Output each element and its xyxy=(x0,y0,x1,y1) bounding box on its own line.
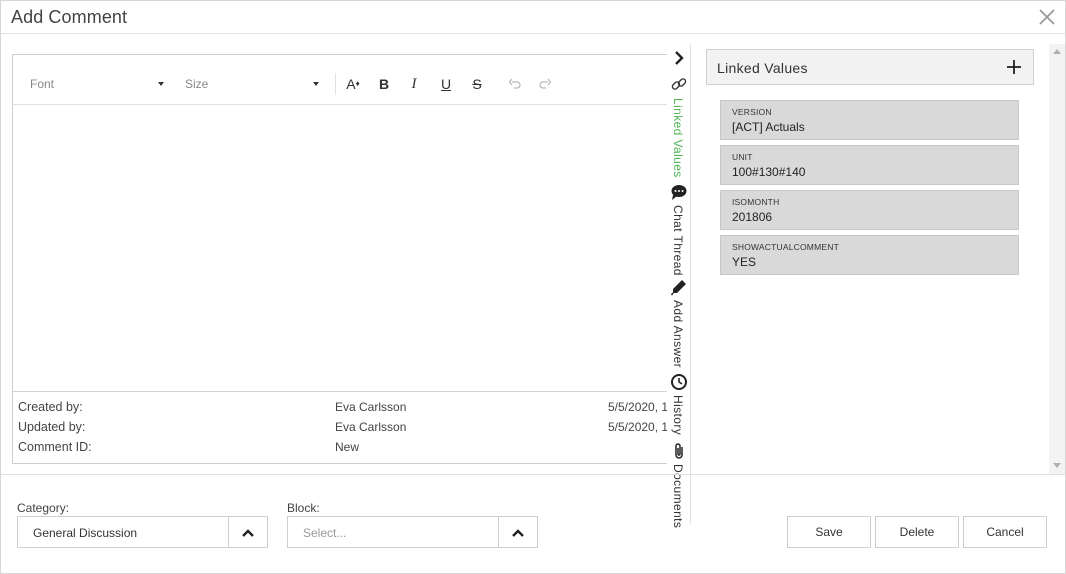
redo-button[interactable] xyxy=(536,74,554,94)
tab-add-answer[interactable]: Add Answer xyxy=(667,278,691,368)
tab-history-label: History xyxy=(671,395,685,436)
chevron-right-icon xyxy=(675,51,684,65)
bold-button[interactable]: B xyxy=(375,74,393,94)
linked-value-value: [ACT] Actuals xyxy=(732,120,805,134)
linked-value-card[interactable]: ISOMONTH 201806 xyxy=(720,190,1019,230)
linked-value-key: SHOWACTUALCOMMENT xyxy=(732,242,839,252)
paperclip-icon xyxy=(675,443,683,459)
tab-linked-values-label: Linked Values xyxy=(671,98,685,178)
tab-add-answer-label: Add Answer xyxy=(671,300,685,369)
linked-value-card[interactable]: SHOWACTUALCOMMENT YES xyxy=(720,235,1019,275)
undo-button[interactable] xyxy=(506,74,524,94)
block-label: Block: xyxy=(287,501,320,515)
editor-text-area[interactable] xyxy=(13,106,668,392)
comment-editor: Font Size A♦ B I U S Created by: Eva Car… xyxy=(12,54,669,464)
linked-value-key: ISOMONTH xyxy=(732,197,780,207)
add-comment-dialog: Add Comment Font Size A♦ B I U S Created… xyxy=(0,0,1066,574)
font-select[interactable]: Font xyxy=(30,77,54,91)
category-toggle-button[interactable] xyxy=(228,517,267,547)
italic-button[interactable]: I xyxy=(405,74,423,94)
save-button[interactable]: Save xyxy=(787,516,871,548)
linked-values-header: Linked Values xyxy=(706,49,1034,85)
size-caret-icon[interactable] xyxy=(313,82,319,86)
close-icon xyxy=(1039,9,1055,25)
font-color-button[interactable]: A♦ xyxy=(344,74,362,94)
linked-value-value: 100#130#140 xyxy=(732,165,806,179)
linked-value-card[interactable]: VERSION [ACT] Actuals xyxy=(720,100,1019,140)
linked-values-panel: Linked Values VERSION [ACT] Actuals UNIT… xyxy=(692,44,1049,474)
strikethrough-button[interactable]: S xyxy=(468,74,486,94)
created-row: Created by: Eva Carlsson 5/5/2020, 1( xyxy=(13,398,668,416)
pencil-icon xyxy=(670,280,686,296)
scroll-down-icon[interactable] xyxy=(1053,463,1061,468)
linked-values-title: Linked Values xyxy=(717,60,808,76)
tab-documents[interactable]: Documents xyxy=(667,442,691,528)
side-tab-rail: Linked Values Chat Thread Add Answer His… xyxy=(667,44,691,528)
block-select[interactable]: Select... xyxy=(287,516,538,548)
undo-icon xyxy=(508,78,521,89)
editor-toolbar: Font Size A♦ B I U S xyxy=(13,55,668,105)
link-icon xyxy=(671,78,687,90)
updated-value: Eva Carlsson xyxy=(335,420,407,434)
close-button[interactable] xyxy=(1037,7,1057,27)
chevron-up-icon xyxy=(512,529,524,537)
add-linked-value-button[interactable] xyxy=(1003,56,1025,78)
delete-button[interactable]: Delete xyxy=(875,516,959,548)
updated-date: 5/5/2020, 1( xyxy=(608,420,669,434)
updated-label: Updated by: xyxy=(18,420,86,434)
tab-chat-thread-label: Chat Thread xyxy=(671,205,685,276)
comment-meta: Created by: Eva Carlsson 5/5/2020, 1( Up… xyxy=(13,392,668,463)
redo-icon xyxy=(539,78,552,89)
comment-id-value: New xyxy=(335,440,360,454)
size-select[interactable]: Size xyxy=(185,77,208,91)
footer-divider xyxy=(1,474,1065,475)
font-caret-icon[interactable] xyxy=(158,82,164,86)
toolbar-separator xyxy=(335,73,336,95)
block-toggle-button[interactable] xyxy=(498,517,537,547)
linked-value-card[interactable]: UNIT 100#130#140 xyxy=(720,145,1019,185)
linked-value-value: YES xyxy=(732,255,757,269)
comment-id-label: Comment ID: xyxy=(18,440,92,454)
updated-row: Updated by: Eva Carlsson 5/5/2020, 1( xyxy=(13,418,668,436)
category-label: Category: xyxy=(17,501,70,515)
plus-icon xyxy=(1007,60,1021,74)
linked-value-key: UNIT xyxy=(732,152,753,162)
font-color-icon: ♦ xyxy=(355,79,360,88)
tab-history[interactable]: History xyxy=(667,373,691,437)
dialog-title: Add Comment xyxy=(11,7,128,27)
tab-chat-thread[interactable]: Chat Thread xyxy=(667,183,691,276)
category-select[interactable]: General Discussion xyxy=(17,516,268,548)
chevron-up-icon xyxy=(242,529,254,537)
underline-button[interactable]: U xyxy=(437,74,455,94)
created-date: 5/5/2020, 1( xyxy=(608,400,669,414)
linked-value-value: 201806 xyxy=(732,210,773,224)
category-value: General Discussion xyxy=(33,526,138,540)
dialog-title-bar: Add Comment xyxy=(1,1,1065,34)
created-label: Created by: xyxy=(18,400,83,414)
comment-id-row: Comment ID: New xyxy=(13,438,668,456)
chat-icon xyxy=(671,185,687,200)
panel-scrollbar[interactable] xyxy=(1049,44,1065,474)
history-icon xyxy=(671,374,687,390)
tab-linked-values[interactable]: Linked Values xyxy=(667,76,691,178)
scroll-up-icon[interactable] xyxy=(1053,49,1061,54)
linked-value-key: VERSION xyxy=(732,107,772,117)
cancel-button[interactable]: Cancel xyxy=(963,516,1047,548)
created-value: Eva Carlsson xyxy=(335,400,407,414)
collapse-panel-button[interactable] xyxy=(670,49,688,67)
block-placeholder: Select... xyxy=(303,526,347,540)
